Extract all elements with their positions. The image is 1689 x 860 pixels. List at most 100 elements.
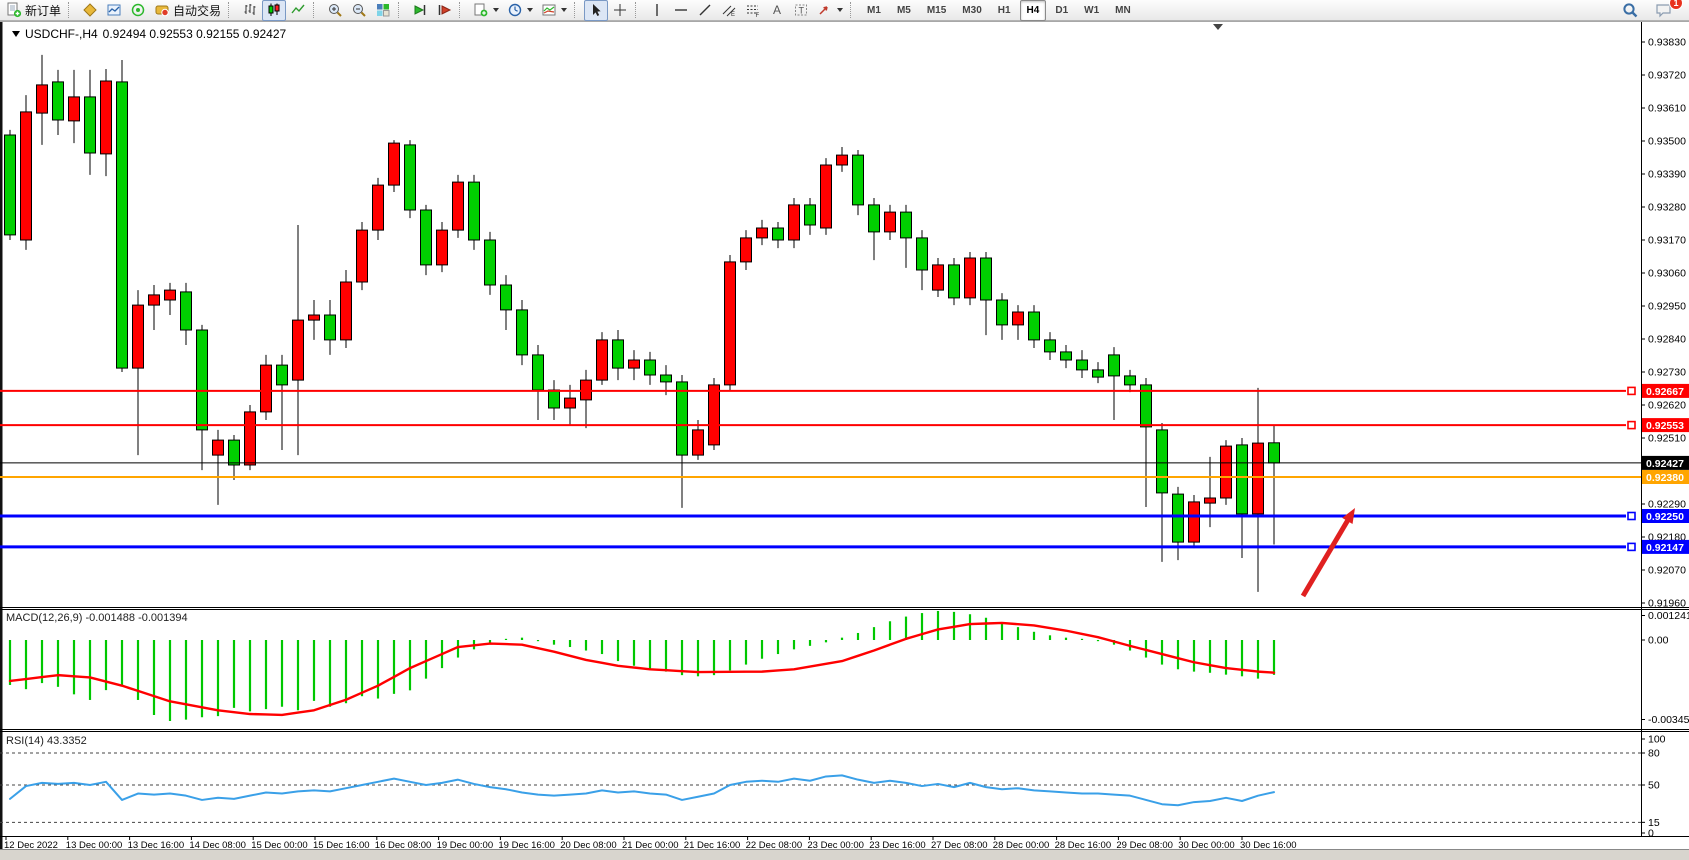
toolbar-separator bbox=[228, 2, 235, 18]
candle bbox=[293, 320, 304, 380]
candle bbox=[805, 205, 816, 225]
candle bbox=[869, 205, 880, 232]
dropdown-caret-icon bbox=[493, 8, 499, 12]
candle bbox=[693, 430, 704, 455]
horizontal-line-button[interactable] bbox=[669, 0, 693, 21]
auto-scroll-button[interactable] bbox=[408, 0, 432, 21]
timeframe-D1[interactable]: D1 bbox=[1048, 0, 1075, 21]
charts-window-button[interactable] bbox=[102, 0, 126, 21]
price-tick-label: 0.93610 bbox=[1648, 103, 1686, 115]
chat-button[interactable]: 1 bbox=[1651, 0, 1677, 21]
price-badge: 0.92380 bbox=[1646, 472, 1684, 484]
vertical-line-button[interactable] bbox=[645, 0, 669, 21]
cursor-button[interactable] bbox=[584, 0, 608, 21]
timeframe-M15[interactable]: M15 bbox=[920, 0, 953, 21]
zoom-out-button[interactable] bbox=[347, 0, 371, 21]
templates-button[interactable] bbox=[537, 0, 571, 21]
candle bbox=[245, 412, 256, 465]
timeframe-H1[interactable]: H1 bbox=[991, 0, 1018, 21]
candle bbox=[357, 230, 368, 282]
trendline-button[interactable] bbox=[693, 0, 717, 21]
candle bbox=[325, 315, 336, 340]
macd-axis-label: 0.001241 bbox=[1648, 610, 1689, 622]
candle bbox=[53, 82, 64, 120]
line-chart-button[interactable] bbox=[286, 0, 310, 21]
price-tick-label: 0.92840 bbox=[1648, 334, 1686, 346]
candle bbox=[1013, 312, 1024, 325]
tile-windows-button[interactable] bbox=[371, 0, 395, 21]
time-axis-label: 22 Dec 08:00 bbox=[746, 840, 803, 851]
arrows-button[interactable] bbox=[813, 0, 847, 21]
new-order-icon bbox=[6, 2, 22, 18]
candle bbox=[1253, 443, 1264, 514]
candle bbox=[629, 360, 640, 368]
search-button[interactable] bbox=[1618, 0, 1643, 21]
application-window: 新订单 自动交易 bbox=[0, 0, 1689, 860]
price-tick-label: 0.93720 bbox=[1648, 70, 1686, 82]
candle bbox=[197, 330, 208, 430]
market-watch-button[interactable] bbox=[78, 0, 102, 21]
autotrade-button[interactable]: 自动交易 bbox=[150, 0, 225, 21]
candle bbox=[1189, 502, 1200, 542]
candle bbox=[949, 265, 960, 298]
timeframe-MN[interactable]: MN bbox=[1108, 0, 1138, 21]
auto-scroll-icon bbox=[412, 2, 428, 18]
fibonacci-button[interactable]: F bbox=[741, 0, 765, 21]
timeframe-M30[interactable]: M30 bbox=[955, 0, 988, 21]
price-tick-label: 0.93060 bbox=[1648, 268, 1686, 280]
candle bbox=[597, 340, 608, 380]
cursor-icon bbox=[588, 2, 604, 18]
candle bbox=[1269, 443, 1280, 463]
crosshair-button[interactable] bbox=[608, 0, 632, 21]
candle bbox=[757, 228, 768, 238]
price-badge: 0.92553 bbox=[1646, 420, 1684, 432]
candle bbox=[1237, 445, 1248, 514]
vertical-line-icon bbox=[649, 2, 665, 18]
candle bbox=[789, 205, 800, 240]
timeframe-W1[interactable]: W1 bbox=[1077, 0, 1106, 21]
candle bbox=[85, 97, 96, 153]
zoom-in-button[interactable] bbox=[323, 0, 347, 21]
channel-button[interactable]: E bbox=[717, 0, 741, 21]
timeframe-H4[interactable]: H4 bbox=[1020, 0, 1047, 21]
candlestick-chart-icon bbox=[266, 2, 282, 18]
chart-title: USDCHF-,H4 0.92494 0.92553 0.92155 0.924… bbox=[12, 27, 286, 41]
candle bbox=[709, 385, 720, 445]
candle bbox=[309, 315, 320, 320]
svg-text:T: T bbox=[799, 6, 805, 16]
periods-button[interactable] bbox=[503, 0, 537, 21]
new-order-button[interactable]: 新订单 bbox=[2, 0, 65, 21]
chart-shift-button[interactable] bbox=[432, 0, 456, 21]
chart-canvas[interactable]: 0.938300.937200.936100.935000.933900.932… bbox=[0, 21, 1689, 860]
dropdown-caret-icon bbox=[837, 8, 843, 12]
toolbar-separator bbox=[68, 2, 75, 18]
time-axis-label: 19 Dec 00:00 bbox=[437, 840, 494, 851]
price-tick-label: 0.93280 bbox=[1648, 202, 1686, 214]
svg-text:A: A bbox=[773, 3, 781, 17]
text-button[interactable]: A bbox=[765, 0, 789, 21]
candlestick-chart-button[interactable] bbox=[262, 0, 286, 21]
new-chart-button[interactable] bbox=[469, 0, 503, 21]
price-tick-label: 0.92730 bbox=[1648, 367, 1686, 379]
price-tick-label: 0.93830 bbox=[1648, 37, 1686, 49]
candle bbox=[933, 265, 944, 290]
candle bbox=[405, 145, 416, 210]
label-button[interactable]: T bbox=[789, 0, 813, 21]
bar-chart-icon bbox=[242, 2, 258, 18]
candle bbox=[485, 240, 496, 285]
timeframe-M5[interactable]: M5 bbox=[890, 0, 918, 21]
timeframe-M1[interactable]: M1 bbox=[860, 0, 888, 21]
candle bbox=[453, 182, 464, 230]
time-axis-label: 23 Dec 16:00 bbox=[869, 840, 926, 851]
signal-icon bbox=[130, 2, 146, 18]
signal-button[interactable] bbox=[126, 0, 150, 21]
bar-chart-button[interactable] bbox=[238, 0, 262, 21]
toolbar-separator bbox=[574, 2, 581, 18]
candle bbox=[997, 300, 1008, 325]
candle bbox=[981, 258, 992, 300]
candle bbox=[277, 365, 288, 385]
time-axis-label: 28 Dec 16:00 bbox=[1055, 840, 1112, 851]
candle bbox=[101, 81, 112, 154]
rsi-axis-label: 80 bbox=[1648, 748, 1660, 760]
time-axis-label: 13 Dec 00:00 bbox=[66, 840, 123, 851]
